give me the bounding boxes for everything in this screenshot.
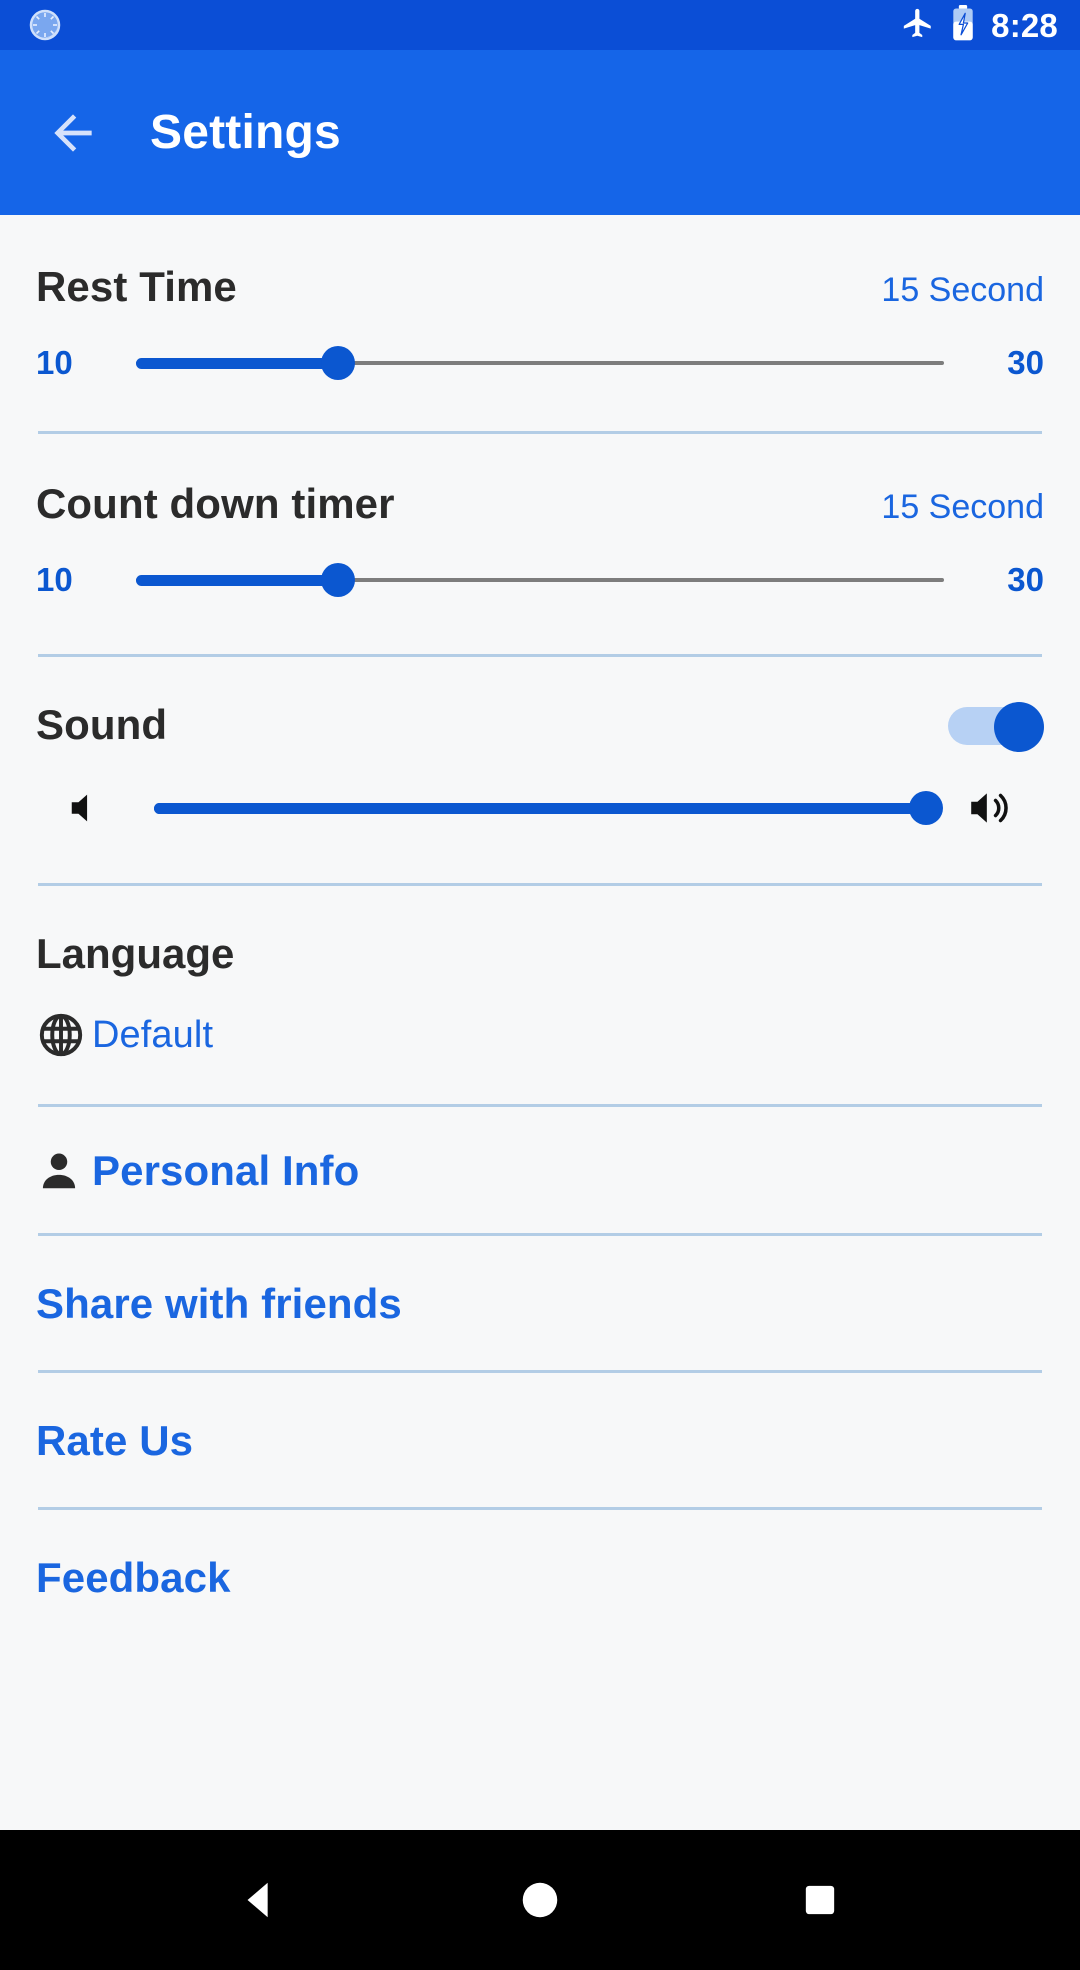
back-button[interactable] <box>38 98 108 168</box>
share-with-friends-label: Share with friends <box>36 1280 402 1327</box>
settings-content: Rest Time 15 Second 10 30 Count down tim… <box>0 215 1080 1830</box>
rate-us-label: Rate Us <box>36 1417 194 1464</box>
feedback-row[interactable]: Feedback <box>36 1554 1044 1602</box>
setting-rate-us[interactable]: Rate Us <box>0 1373 1080 1507</box>
setting-personal-info[interactable]: Personal Info <box>0 1107 1080 1233</box>
rest-time-header: Rest Time 15 Second <box>36 263 1044 311</box>
sound-header: Sound <box>36 701 1044 752</box>
setting-language: Language Default <box>0 886 1080 1060</box>
battery-charging-icon <box>951 4 975 46</box>
android-navigation-bar <box>0 1830 1080 1970</box>
rest-time-label: Rest Time <box>36 263 237 310</box>
count-down-timer-header: Count down timer 15 Second <box>36 480 1044 528</box>
count-down-timer-slider[interactable] <box>136 558 944 602</box>
count-down-timer-value: 15 Second <box>881 488 1044 526</box>
volume-slider-row <box>36 783 1044 833</box>
slider-thumb[interactable] <box>321 563 355 597</box>
back-arrow-icon <box>54 113 92 152</box>
airplane-mode-icon <box>901 6 935 45</box>
slider-thumb[interactable] <box>321 346 355 380</box>
rate-us-row[interactable]: Rate Us <box>36 1417 1044 1465</box>
slider-fill <box>154 802 926 814</box>
slider-fill <box>136 574 338 586</box>
rest-time-min-label: 10 <box>36 344 73 381</box>
personal-info-label: Personal Info <box>92 1147 360 1194</box>
page-title: Settings <box>150 106 341 159</box>
setting-share-with-friends[interactable]: Share with friends <box>0 1236 1080 1370</box>
sound-toggle[interactable] <box>948 702 1044 752</box>
setting-feedback[interactable]: Feedback <box>0 1510 1080 1602</box>
timer-notification-icon <box>28 8 62 42</box>
volume-up-icon[interactable] <box>960 783 1022 833</box>
volume-slider[interactable] <box>154 786 943 830</box>
language-selected-row[interactable]: Default <box>36 1010 1044 1060</box>
volume-mute-icon[interactable] <box>58 785 120 831</box>
app-bar: Settings <box>0 50 1080 215</box>
slider-thumb[interactable] <box>909 791 943 825</box>
setting-rest-time: Rest Time 15 Second 10 30 <box>0 215 1080 385</box>
status-bar-left <box>28 8 62 42</box>
setting-count-down-timer: Count down timer 15 Second 10 30 <box>0 434 1080 602</box>
personal-info-row[interactable]: Personal Info <box>36 1147 1044 1195</box>
rest-time-value: 15 Second <box>881 271 1044 309</box>
status-bar: 8:28 <box>0 0 1080 50</box>
slider-fill <box>136 357 338 369</box>
sound-label: Sound <box>36 701 168 748</box>
globe-icon <box>36 1010 92 1060</box>
count-down-timer-slider-row: 10 30 <box>36 558 1044 602</box>
count-down-timer-min-label: 10 <box>36 561 73 598</box>
setting-sound: Sound <box>0 657 1080 833</box>
count-down-timer-max-label: 30 <box>1007 561 1044 598</box>
status-bar-right: 8:28 <box>901 4 1058 46</box>
nav-recents-icon[interactable] <box>775 1855 865 1945</box>
toggle-thumb <box>994 702 1044 752</box>
share-with-friends-row[interactable]: Share with friends <box>36 1280 1044 1328</box>
count-down-timer-label: Count down timer <box>36 480 395 527</box>
nav-back-icon[interactable] <box>215 1855 305 1945</box>
status-bar-clock: 8:28 <box>991 6 1058 44</box>
language-label: Language <box>36 930 235 977</box>
feedback-label: Feedback <box>36 1554 231 1601</box>
person-icon <box>36 1148 92 1194</box>
rest-time-slider-row: 10 30 <box>36 341 1044 385</box>
language-value: Default <box>92 1013 214 1056</box>
rest-time-slider[interactable] <box>136 341 944 385</box>
nav-home-icon[interactable] <box>495 1855 585 1945</box>
rest-time-max-label: 30 <box>1007 344 1044 381</box>
